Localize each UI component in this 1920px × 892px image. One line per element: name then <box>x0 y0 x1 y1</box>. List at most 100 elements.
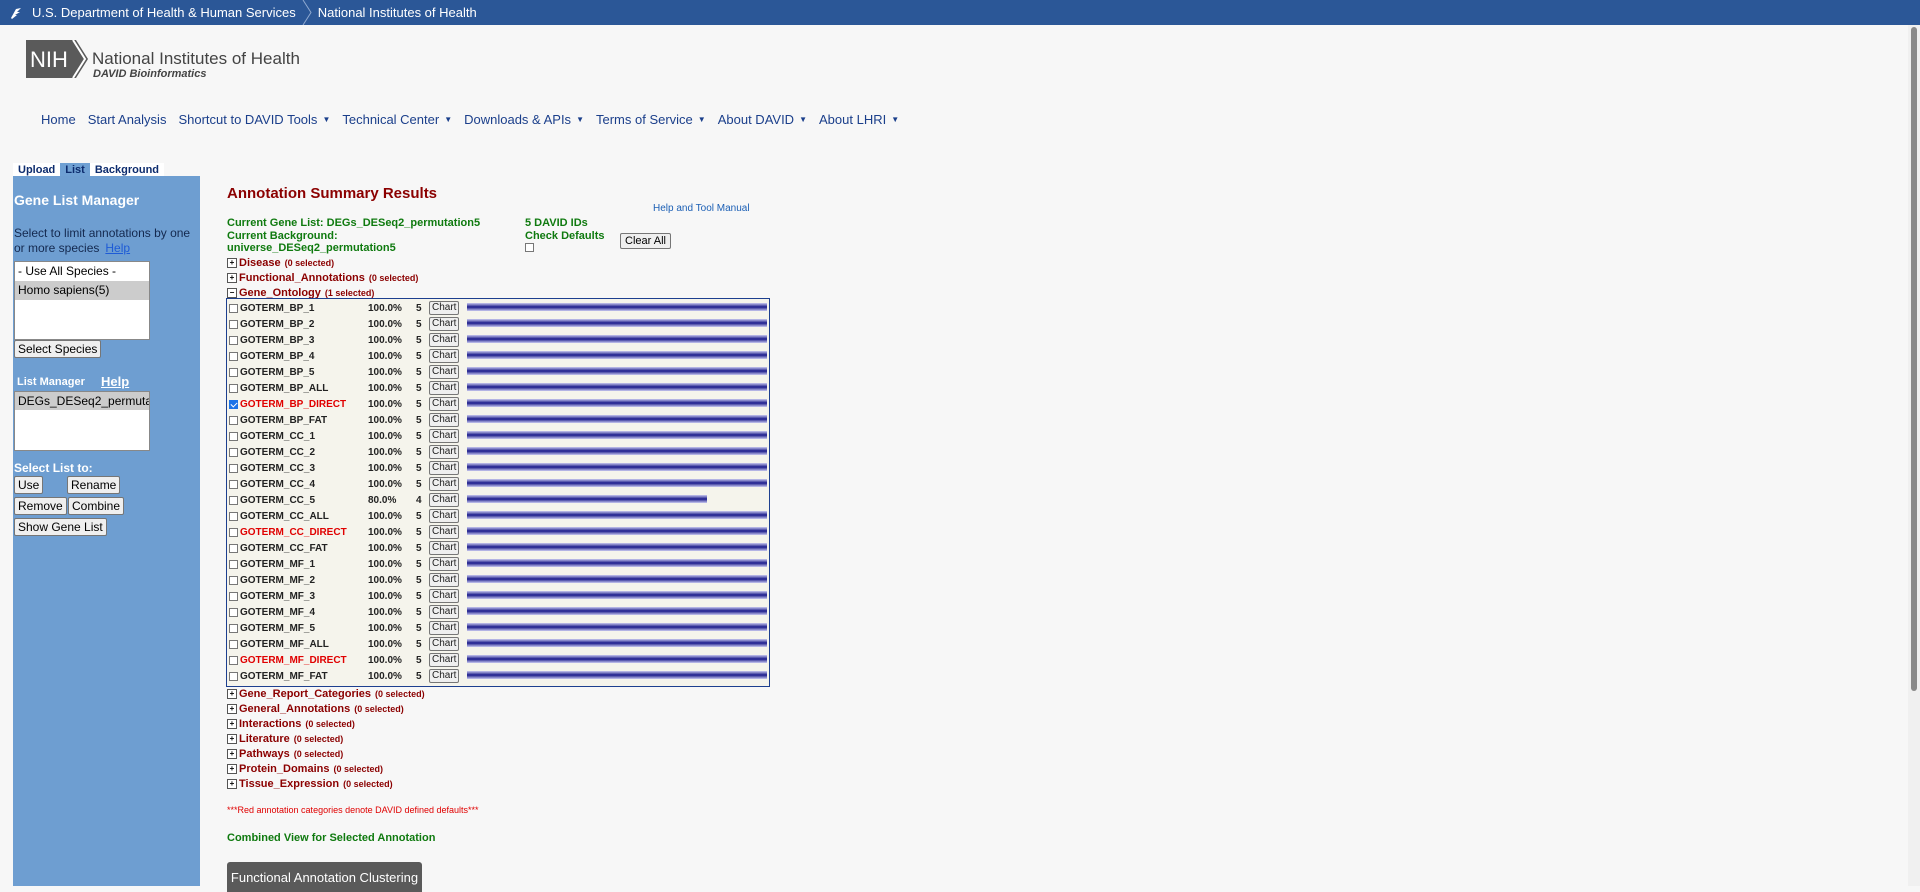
scrollbar-thumb[interactable] <box>1911 27 1917 691</box>
nav-about-lhri[interactable]: About LHRI ▼ <box>819 112 899 127</box>
go-row-checkbox[interactable] <box>229 303 238 313</box>
help-manual-link[interactable]: Help and Tool Manual <box>653 203 750 214</box>
chart-button[interactable]: Chart <box>429 477 460 491</box>
go-row-checkbox[interactable] <box>229 351 238 361</box>
hhs-link[interactable]: U.S. Department of Health & Human Servic… <box>32 5 296 20</box>
chart-button[interactable]: Chart <box>429 397 460 411</box>
combine-button[interactable]: Combine <box>68 497 125 515</box>
species-option[interactable]: - Use All Species - <box>15 262 149 281</box>
species-list[interactable]: - Use All Species - Homo sapiens(5) <box>14 261 150 340</box>
chart-button[interactable]: Chart <box>429 669 460 683</box>
chart-button[interactable]: Chart <box>429 349 460 363</box>
chart-button[interactable]: Chart <box>429 445 460 459</box>
go-row-checkbox[interactable] <box>229 431 238 441</box>
go-row-checkbox[interactable] <box>229 639 238 649</box>
go-row-checkbox[interactable] <box>229 495 238 505</box>
go-row-checkbox[interactable] <box>229 447 238 457</box>
nih-logo[interactable]: NIH <box>26 39 88 79</box>
nav-start-analysis[interactable]: Start Analysis <box>88 112 167 127</box>
nav-terms[interactable]: Terms of Service ▼ <box>596 112 706 127</box>
go-row-checkbox[interactable] <box>229 479 238 489</box>
chart-button[interactable]: Chart <box>429 605 460 619</box>
collapse-minus-icon[interactable]: − <box>227 288 237 298</box>
go-row-checkbox[interactable] <box>229 543 238 553</box>
tab-upload[interactable]: Upload <box>13 163 61 177</box>
category-disease[interactable]: + Disease (0 selected) <box>227 257 334 269</box>
go-row-checkbox[interactable] <box>229 591 238 601</box>
chart-button[interactable]: Chart <box>429 573 460 587</box>
chart-button[interactable]: Chart <box>429 541 460 555</box>
remove-button[interactable]: Remove <box>14 497 67 515</box>
expand-plus-icon[interactable]: + <box>227 764 237 774</box>
category-functional-annotations[interactable]: + Functional_Annotations (0 selected) <box>227 272 418 284</box>
chart-button[interactable]: Chart <box>429 509 460 523</box>
chart-button[interactable]: Chart <box>429 621 460 635</box>
clear-all-button[interactable]: Clear All <box>620 233 671 249</box>
nih-link[interactable]: National Institutes of Health <box>318 5 477 20</box>
go-row-checkbox[interactable] <box>229 559 238 569</box>
go-row-checkbox[interactable] <box>229 607 238 617</box>
combined-view-link[interactable]: Combined View for Selected Annotation <box>227 832 435 844</box>
expand-plus-icon[interactable]: + <box>227 734 237 744</box>
go-row-checkbox[interactable] <box>229 575 238 585</box>
chart-button[interactable]: Chart <box>429 461 460 475</box>
go-row-checkbox[interactable] <box>229 463 238 473</box>
category-interactions[interactable]: + Interactions (0 selected) <box>227 718 355 730</box>
chart-button[interactable]: Chart <box>429 557 460 571</box>
go-row-checkbox[interactable] <box>229 399 238 409</box>
go-row-checkbox[interactable] <box>229 415 238 425</box>
expand-plus-icon[interactable]: + <box>227 779 237 789</box>
expand-plus-icon[interactable]: + <box>227 273 237 283</box>
rename-button[interactable]: Rename <box>67 476 121 494</box>
gene-lists[interactable]: DEGs_DESeq2_permutation5 <box>14 391 150 451</box>
list-manager-help-link[interactable]: Help <box>101 374 129 389</box>
chart-button[interactable]: Chart <box>429 365 460 379</box>
expand-plus-icon[interactable]: + <box>227 689 237 699</box>
nav-about-david[interactable]: About DAVID ▼ <box>718 112 807 127</box>
functional-annotation-clustering-button[interactable]: Functional Annotation Clustering <box>227 862 422 892</box>
tab-background[interactable]: Background <box>89 163 165 177</box>
use-button[interactable]: Use <box>14 476 44 494</box>
species-option[interactable]: Homo sapiens(5) <box>15 281 149 300</box>
chart-button[interactable]: Chart <box>429 653 460 667</box>
hhs-eagle-icon[interactable] <box>8 5 24 21</box>
go-row-checkbox[interactable] <box>229 367 238 377</box>
nav-shortcut-tools[interactable]: Shortcut to DAVID Tools ▼ <box>178 112 330 127</box>
expand-plus-icon[interactable]: + <box>227 749 237 759</box>
chart-button[interactable]: Chart <box>429 429 460 443</box>
check-defaults-checkbox[interactable] <box>525 243 534 252</box>
category-protein-domains[interactable]: + Protein_Domains (0 selected) <box>227 763 383 775</box>
category-pathways[interactable]: + Pathways (0 selected) <box>227 748 343 760</box>
vertical-scrollbar[interactable] <box>1908 25 1920 886</box>
go-row-checkbox[interactable] <box>229 527 238 537</box>
chart-button[interactable]: Chart <box>429 381 460 395</box>
category-tissue-expression[interactable]: + Tissue_Expression (0 selected) <box>227 778 393 790</box>
expand-plus-icon[interactable]: + <box>227 258 237 268</box>
chart-button[interactable]: Chart <box>429 637 460 651</box>
go-row-checkbox[interactable] <box>229 671 238 681</box>
expand-plus-icon[interactable]: + <box>227 719 237 729</box>
category-gene-report[interactable]: + Gene_Report_Categories (0 selected) <box>227 688 425 700</box>
tab-list[interactable]: List <box>60 163 90 177</box>
chart-button[interactable]: Chart <box>429 589 460 603</box>
expand-plus-icon[interactable]: + <box>227 704 237 714</box>
show-gene-list-button[interactable]: Show Gene List <box>14 518 107 536</box>
select-species-button[interactable]: Select Species <box>14 340 102 358</box>
nav-home[interactable]: Home <box>41 112 76 127</box>
nav-downloads-apis[interactable]: Downloads & APIs ▼ <box>464 112 584 127</box>
go-row-checkbox[interactable] <box>229 335 238 345</box>
go-row-checkbox[interactable] <box>229 623 238 633</box>
category-general-annotations[interactable]: + General_Annotations (0 selected) <box>227 703 404 715</box>
chart-button[interactable]: Chart <box>429 317 460 331</box>
category-literature[interactable]: + Literature (0 selected) <box>227 733 343 745</box>
go-row-checkbox[interactable] <box>229 655 238 665</box>
go-row-checkbox[interactable] <box>229 319 238 329</box>
chart-button[interactable]: Chart <box>429 333 460 347</box>
go-row-checkbox[interactable] <box>229 383 238 393</box>
chart-button[interactable]: Chart <box>429 493 460 507</box>
chart-button[interactable]: Chart <box>429 525 460 539</box>
go-row-checkbox[interactable] <box>229 511 238 521</box>
species-help-link[interactable]: Help <box>105 241 130 255</box>
chart-button[interactable]: Chart <box>429 301 460 315</box>
gene-list-option[interactable]: DEGs_DESeq2_permutation5 <box>15 392 149 410</box>
